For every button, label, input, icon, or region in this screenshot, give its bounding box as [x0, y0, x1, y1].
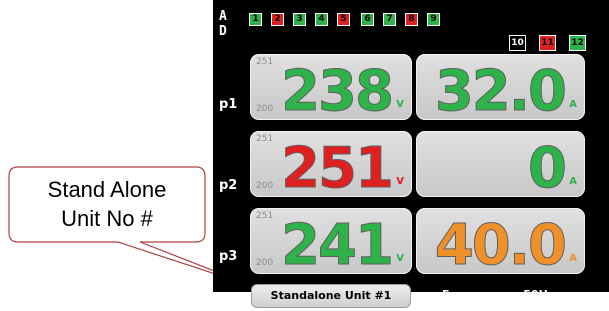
channel-indicator[interactable]: 10	[509, 35, 526, 51]
current-unit: A	[569, 176, 577, 187]
side-label-d: D	[219, 24, 227, 39]
phase-label-p3: p3	[219, 249, 238, 264]
voltage-max: 251	[256, 57, 274, 67]
voltage-min: 200	[256, 104, 274, 114]
voltage-value: 241	[281, 213, 395, 274]
channel-indicator[interactable]: 4	[315, 13, 328, 26]
phase-label-p2: p2	[219, 178, 238, 193]
current-value: 40.0	[434, 213, 567, 274]
voltage-unit: V	[396, 176, 404, 187]
voltage-max: 251	[256, 134, 274, 144]
callout-line-1: Stand Alone	[47, 177, 167, 202]
channel-indicator[interactable]: 2	[271, 13, 284, 26]
callout-line-2: Unit No #	[61, 206, 153, 231]
current-unit: A	[569, 99, 577, 110]
voltage-card-p3[interactable]: 251 200 241 V	[250, 208, 412, 274]
voltage-unit: V	[396, 99, 404, 110]
channel-indicator[interactable]: 9	[427, 13, 440, 26]
current-card-p3[interactable]: 40.0 A	[416, 208, 585, 274]
voltage-unit: V	[396, 253, 404, 264]
voltage-min: 200	[256, 181, 274, 191]
standalone-unit-button[interactable]: Standalone Unit #1	[251, 284, 411, 308]
current-value: 0	[528, 136, 568, 197]
current-unit: A	[569, 253, 577, 264]
current-card-p2[interactable]: 0 A	[416, 131, 585, 197]
channel-indicator[interactable]: 6	[361, 13, 374, 26]
voltage-value: 251	[281, 136, 395, 197]
voltage-min: 200	[256, 258, 274, 268]
channel-indicator[interactable]: 1	[249, 13, 262, 26]
channel-indicator[interactable]: 11	[539, 35, 556, 51]
current-card-p1[interactable]: 32.0 A	[416, 54, 585, 120]
channel-indicator[interactable]: 5	[337, 13, 350, 26]
channel-indicator[interactable]: 7	[383, 13, 396, 26]
frequency-readout: Frequency = 50Hz	[442, 288, 555, 301]
voltage-card-p1[interactable]: 251 200 238 V	[250, 54, 412, 120]
channel-indicator[interactable]: 3	[293, 13, 306, 26]
phase-label-p1: p1	[219, 97, 238, 112]
current-value: 32.0	[434, 59, 567, 120]
voltage-max: 251	[256, 211, 274, 221]
voltage-card-p2[interactable]: 251 200 251 V	[250, 131, 412, 197]
side-label-a: A	[219, 9, 227, 24]
channel-indicator[interactable]: 12	[569, 35, 586, 51]
voltage-value: 238	[281, 59, 395, 120]
callout-text: Stand Alone Unit No #	[9, 175, 205, 233]
channel-indicator[interactable]: 8	[405, 13, 418, 26]
